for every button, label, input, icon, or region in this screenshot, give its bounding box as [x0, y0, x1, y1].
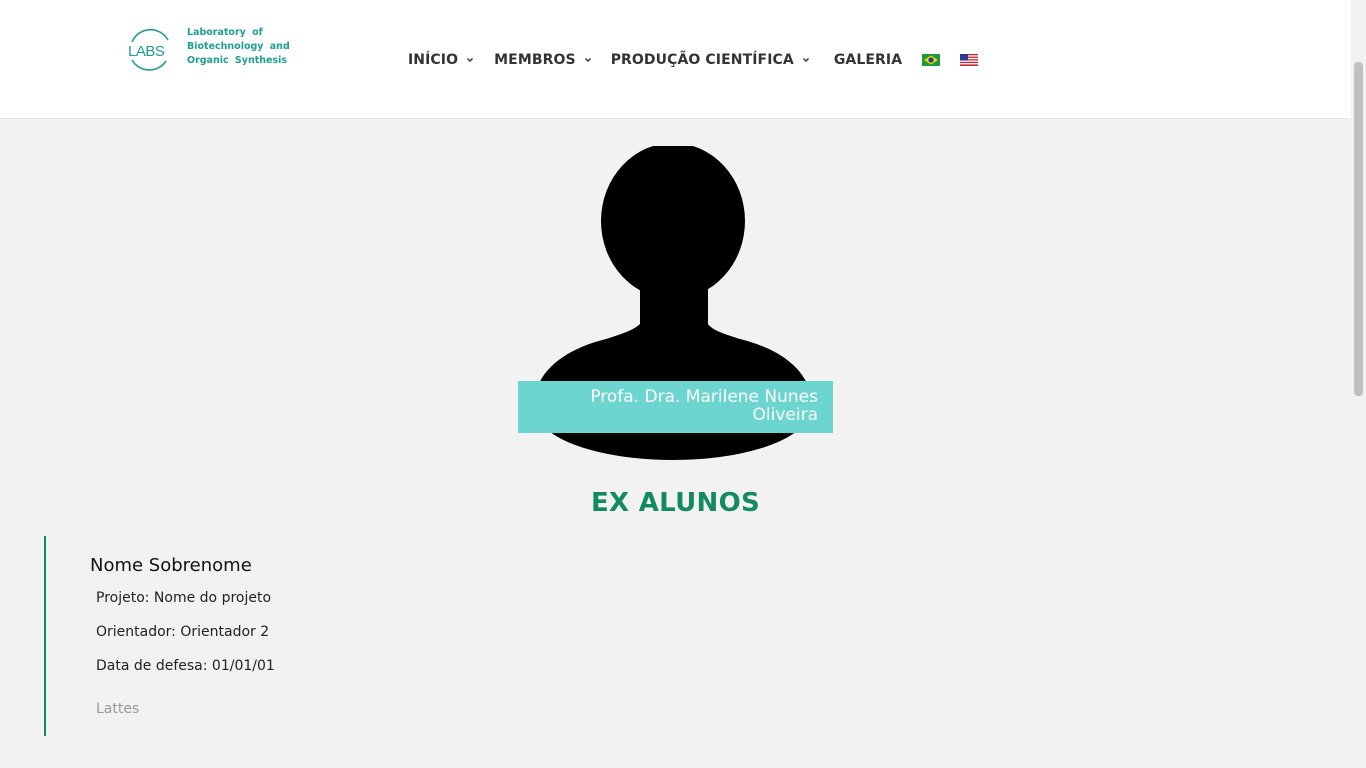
- logo-text: Laboratory of Biotechnology and Organic …: [187, 26, 290, 68]
- alumni-name: Nome Sobrenome: [90, 555, 252, 576]
- section-title: EX ALUNOS: [590, 488, 761, 518]
- logo-mark-text: LABS: [128, 43, 165, 60]
- nav-label-membros: MEMBROS: [494, 52, 576, 68]
- usa-flag-icon[interactable]: [960, 54, 979, 66]
- chevron-down-icon: [467, 58, 474, 62]
- professor-card[interactable]: Profa. Dra. Marilene Nunes Oliveira: [518, 146, 833, 461]
- nav-item-producao-cientifica[interactable]: PRODUÇÃO CIENTÍFICA: [611, 52, 810, 68]
- nav-item-galeria[interactable]: GALERIA: [834, 52, 902, 68]
- alumni-advisor: Orientador: Orientador 2: [96, 624, 270, 640]
- nav-label-inicio: INÍCIO: [408, 52, 459, 68]
- site-header: LABS Laboratory of Biotechnology and Org…: [0, 0, 1351, 119]
- alumni-project: Projeto: Nome do projeto: [96, 590, 272, 606]
- logo-line-1: Laboratory of: [187, 27, 263, 38]
- professor-name-box: Profa. Dra. Marilene Nunes Oliveira: [518, 381, 833, 433]
- nav-item-inicio[interactable]: INÍCIO: [408, 52, 474, 68]
- main-nav: INÍCIO MEMBROS PRODUÇÃO CIENTÍFICA GALER…: [408, 50, 979, 70]
- chevron-down-icon: [584, 58, 591, 62]
- logo-line-3: Organic Synthesis: [187, 55, 288, 66]
- nav-label-producao: PRODUÇÃO CIENTÍFICA: [610, 52, 794, 68]
- alumni-card: Nome Sobrenome Projeto: Nome do projeto …: [44, 536, 544, 736]
- logo-line-2: Biotechnology and: [187, 41, 290, 52]
- nav-item-membros[interactable]: MEMBROS: [494, 52, 592, 68]
- professor-name-line-1: Profa. Dra. Marilene Nunes: [590, 387, 818, 407]
- chevron-down-icon: [802, 58, 809, 62]
- scrollbar-thumb[interactable]: [1354, 62, 1363, 396]
- site-logo[interactable]: LABS Laboratory of Biotechnology and Org…: [126, 26, 290, 76]
- alumni-defense-date: Data de defesa: 01/01/01: [96, 658, 275, 674]
- professor-name-line-2: Oliveira: [752, 405, 818, 425]
- brazil-flag-icon[interactable]: [922, 54, 941, 66]
- nav-label-galeria: GALERIA: [833, 52, 903, 68]
- lattes-link[interactable]: Lattes: [96, 701, 139, 717]
- page: LABS Laboratory of Biotechnology and Org…: [0, 0, 1366, 768]
- page-scrollbar[interactable]: [1351, 0, 1366, 768]
- labs-logo-icon: LABS: [128, 28, 169, 71]
